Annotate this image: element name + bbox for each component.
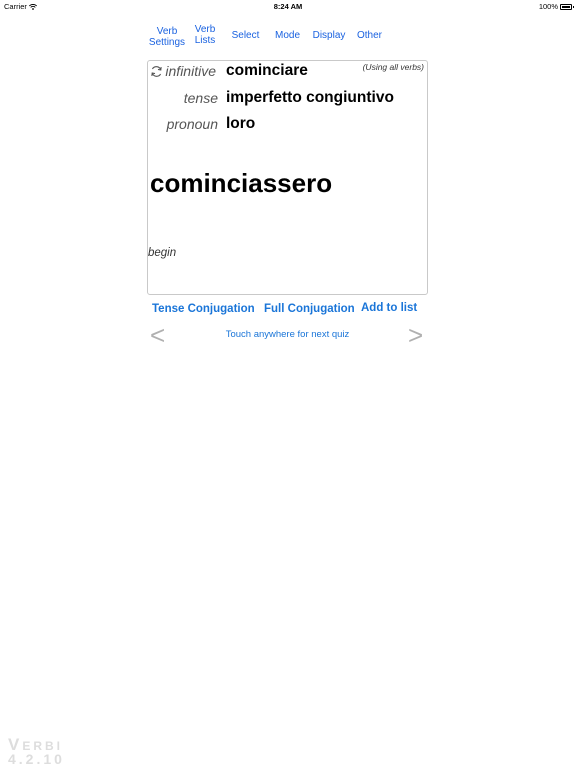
app-version: 4.2.10: [8, 751, 65, 767]
refresh-icon[interactable]: [150, 65, 163, 78]
infinitive-label: infinitive: [165, 63, 216, 79]
verb-lists-line2: Lists: [194, 35, 216, 46]
next-arrow-icon[interactable]: >: [408, 322, 423, 348]
verb-lists-button[interactable]: Verb Lists: [191, 24, 219, 46]
next-quiz-hint[interactable]: Touch anywhere for next quiz: [147, 329, 428, 340]
display-button[interactable]: Display: [311, 30, 347, 41]
app-name: Verbi: [8, 735, 64, 754]
tense-conjugation-button[interactable]: Tense Conjugation: [152, 303, 255, 315]
mode-button[interactable]: Mode: [272, 30, 303, 41]
battery-icon: [560, 3, 574, 10]
app-logo-watermark: Verbi 4.2.10: [8, 735, 65, 767]
full-conjugation-button[interactable]: Full Conjugation: [264, 303, 355, 315]
quiz-card[interactable]: (Using all verbs) infinitive cominciare …: [147, 60, 428, 295]
tense-value: imperfetto congiuntivo: [226, 89, 394, 106]
answer-text: cominciassero: [150, 168, 333, 198]
pronoun-label: pronoun: [166, 116, 218, 132]
clock: 8:24 AM: [273, 2, 303, 11]
verb-settings-line1: Verb: [156, 26, 178, 37]
status-bar: Carrier 8:24 AM 100%: [0, 0, 576, 12]
using-verbs-note: (Using all verbs): [362, 62, 424, 72]
battery-percent: 100%: [538, 2, 558, 11]
infinitive-value: cominciare: [226, 62, 308, 79]
pronoun-value: loro: [226, 115, 256, 132]
add-to-list-button[interactable]: Add to list: [361, 302, 417, 314]
tense-label: tense: [183, 90, 218, 106]
other-button[interactable]: Other: [354, 30, 385, 41]
verb-lists-line1: Verb: [194, 24, 216, 35]
select-button[interactable]: Select: [228, 30, 263, 41]
verb-settings-button[interactable]: Verb Settings: [147, 26, 187, 48]
battery-group: 100%: [538, 2, 574, 11]
meaning-text: begin: [148, 247, 177, 259]
verb-settings-line2: Settings: [148, 37, 186, 48]
